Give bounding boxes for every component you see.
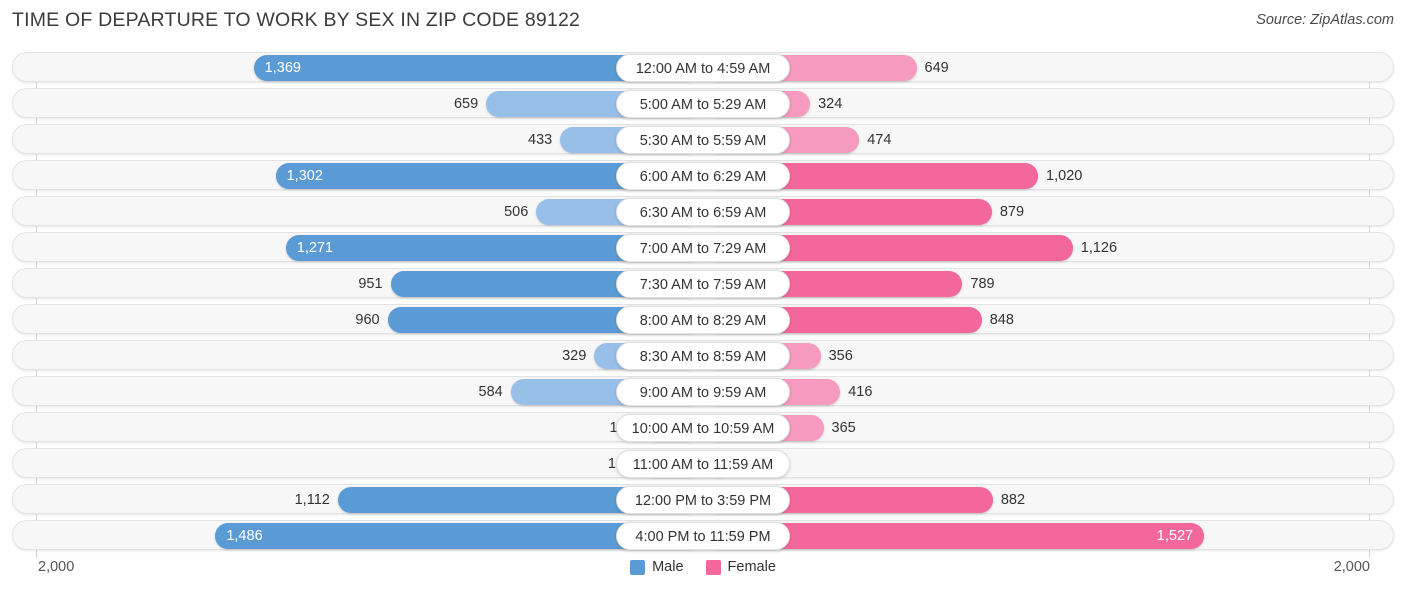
bar-value-male: 1,369 [264,60,301,76]
bar-value-male: 506 [504,204,529,220]
chart-legend: Male Female [0,559,1406,575]
bar-value-male: 1,486 [226,528,263,544]
legend-swatch-icon [630,559,646,575]
table-row[interactable]: 329 356 8:30 AM to 8:59 AM [12,340,1394,370]
chart-plot-area: 1,369 649 12:00 AM to 4:59 AM 659 324 5:00 AM… [0,44,1406,558]
category-label: 6:30 AM to 6:59 AM [616,198,790,226]
bar-value-male: 329 [562,348,587,364]
bar-value-male: 1,112 [294,492,330,508]
chart-page: TIME OF DEPARTURE TO WORK BY SEX IN ZIP … [0,0,1406,595]
table-row[interactable]: 18436510:00 AM to 10:59 AM [12,412,1394,442]
legend-label: Female [727,559,776,575]
bar-value-male: 960 [355,312,380,328]
bar-value-male: 951 [358,276,383,292]
table-row[interactable]: 1,271 1,126 7:00 AM to 7:29 AM [12,232,1394,262]
table-row[interactable]: 659 324 5:00 AM to 5:29 AM [12,88,1394,118]
bar-value-female: 1,126 [1080,240,1118,256]
table-row[interactable]: 1898911:00 AM to 11:59 AM [12,448,1394,478]
bar-value-male: 1,302 [286,168,323,184]
table-row[interactable]: 960 848 8:00 AM to 8:29 AM [12,304,1394,334]
bar-value-female: 416 [848,384,873,400]
table-row[interactable]: 1,302 1,020 6:00 AM to 6:29 AM [12,160,1394,190]
bar-value-female: 789 [970,276,995,292]
legend-item-female[interactable]: Female [705,559,776,575]
table-row[interactable]: 1,369 649 12:00 AM to 4:59 AM [12,52,1394,82]
table-row[interactable]: 1,486 1,527 4:00 PM to 11:59 PM [12,520,1394,550]
bar-value-female: 365 [831,420,856,436]
category-label: 5:00 AM to 5:29 AM [616,90,790,118]
source-attribution: Source: ZipAtlas.com [1256,12,1394,28]
chart-footer: 2,000 2,000 Male Female [0,551,1406,595]
bar-value-male: 433 [528,132,553,148]
bar-value-female: 649 [924,60,949,76]
table-row[interactable]: 1,112 882 12:00 PM to 3:59 PM [12,484,1394,514]
category-label: 8:30 AM to 8:59 AM [616,342,790,370]
category-label: 5:30 AM to 5:59 AM [616,126,790,154]
table-row[interactable]: 584 416 9:00 AM to 9:59 AM [12,376,1394,406]
bar-value-male: 659 [453,96,479,112]
category-label: 12:00 AM to 4:59 AM [616,54,790,82]
bar-value-female: 474 [867,132,892,148]
bar-value-male: 584 [478,384,503,400]
legend-swatch-icon [705,559,721,575]
table-row[interactable]: 433 474 5:30 AM to 5:59 AM [12,124,1394,154]
bar-value-female: 356 [828,348,853,364]
category-label: 6:00 AM to 6:29 AM [616,162,790,190]
category-label: 9:00 AM to 9:59 AM [616,378,790,406]
bar-value-female: 1,527 [1156,528,1194,544]
bar-value-female: 882 [1000,492,1026,508]
category-label: 12:00 PM to 3:59 PM [616,486,790,514]
bar-value-female: 1,020 [1046,168,1083,184]
chart-header: TIME OF DEPARTURE TO WORK BY SEX IN ZIP … [0,0,1406,44]
category-label: 4:00 PM to 11:59 PM [616,522,790,550]
category-label: 8:00 AM to 8:29 AM [616,306,790,334]
category-label: 7:30 AM to 7:59 AM [616,270,790,298]
legend-label: Male [652,559,684,575]
bar-value-female: 848 [989,312,1014,328]
category-label: 11:00 AM to 11:59 AM [616,450,790,478]
bar-value-female: 879 [999,204,1025,220]
table-row[interactable]: 951 789 7:30 AM to 7:59 AM [12,268,1394,298]
table-row[interactable]: 506 879 6:30 AM to 6:59 AM [12,196,1394,226]
category-label: 7:00 AM to 7:29 AM [616,234,790,262]
bar-value-female: 324 [818,96,843,112]
bar-value-male: 1,271 [296,240,334,256]
page-title: TIME OF DEPARTURE TO WORK BY SEX IN ZIP … [12,9,581,31]
legend-item-male[interactable]: Male [630,559,684,575]
category-label: 10:00 AM to 10:59 AM [616,414,790,442]
